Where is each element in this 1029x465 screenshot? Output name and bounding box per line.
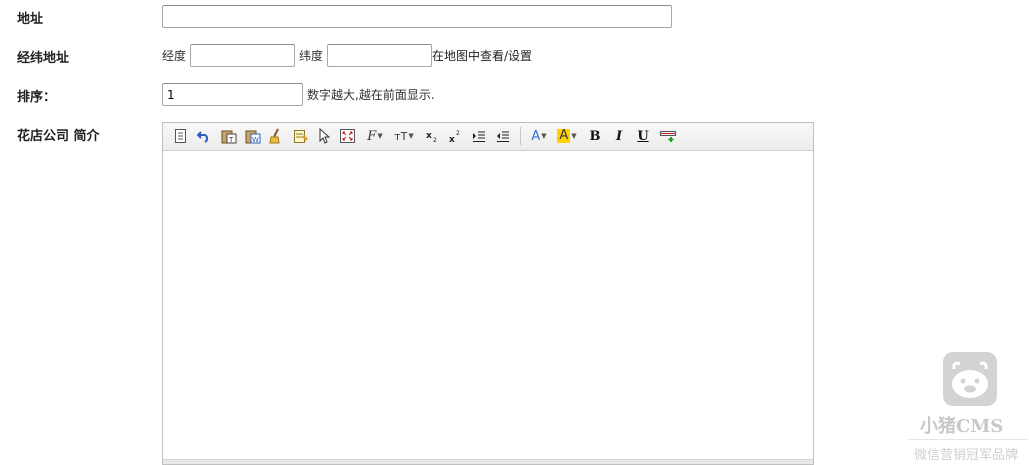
latitude-label: 纬度 <box>299 49 324 63</box>
editor-content-area[interactable] <box>163 151 813 460</box>
editor-toolbar: T W F ▼ тT ▼ x2 x 2 A ▼ A ▼ B I U <box>163 123 813 151</box>
watermark-slogan: 微信营销冠军品牌 <box>914 448 1019 463</box>
clear-format-icon[interactable] <box>268 127 284 145</box>
svg-text:2: 2 <box>433 137 437 143</box>
indent-icon[interactable] <box>471 127 487 145</box>
undo-icon[interactable] <box>196 127 212 145</box>
svg-text:2: 2 <box>456 130 460 137</box>
background-color-label: A <box>557 128 571 143</box>
latitude-input[interactable] <box>327 44 432 67</box>
svg-text:x: x <box>449 135 455 143</box>
paste-word-icon[interactable]: W <box>244 127 261 145</box>
piglet-logo-icon <box>943 352 997 406</box>
source-code-icon[interactable] <box>173 127 189 145</box>
font-size-label: тT <box>394 129 408 143</box>
superscript-icon[interactable]: x2 <box>447 127 463 145</box>
italic-button[interactable]: I <box>611 127 627 145</box>
toolbar-divider <box>520 127 521 145</box>
sort-input[interactable] <box>162 83 303 106</box>
editor-resize-handle[interactable] <box>163 459 813 464</box>
paste-text-icon[interactable]: T <box>220 127 237 145</box>
outdent-icon[interactable] <box>495 127 511 145</box>
chevron-down-icon: ▼ <box>571 132 577 140</box>
chevron-down-icon: ▼ <box>377 132 383 140</box>
view-map-link[interactable]: 在地图中查看/设置 <box>432 47 532 64</box>
svg-text:x: x <box>426 131 432 141</box>
font-size-dropdown[interactable]: тT ▼ <box>392 127 416 145</box>
watermark-divider <box>908 439 1028 440</box>
background-color-dropdown[interactable]: A ▼ <box>555 127 579 145</box>
intro-label: 花店公司 简介 <box>17 129 100 144</box>
font-color-dropdown[interactable]: A ▼ <box>528 127 550 145</box>
insert-hr-icon[interactable] <box>659 127 677 145</box>
coords-label: 经纬地址 <box>17 51 70 66</box>
rich-text-editor: T W F ▼ тT ▼ x2 x 2 A ▼ A ▼ B I U <box>162 122 814 465</box>
font-family-label: F <box>367 128 377 144</box>
svg-text:T: T <box>228 136 234 144</box>
select-all-icon[interactable] <box>317 127 331 145</box>
font-color-label: A <box>531 128 541 144</box>
subscript-icon[interactable]: x2 <box>424 127 440 145</box>
longitude-input[interactable] <box>190 44 295 67</box>
svg-text:W: W <box>252 136 259 144</box>
bold-button[interactable]: B <box>587 127 603 145</box>
watermark-brand: 小猪CMS <box>920 416 1004 437</box>
longitude-label: 经度 <box>162 49 187 63</box>
address-input[interactable] <box>162 5 672 28</box>
chevron-down-icon: ▼ <box>408 132 414 140</box>
sort-label: 排序： <box>17 90 57 105</box>
chevron-down-icon: ▼ <box>541 132 547 140</box>
font-family-dropdown[interactable]: F ▼ <box>364 127 386 145</box>
underline-button[interactable]: U <box>635 127 651 145</box>
sort-hint: 数字越大,越在前面显示. <box>307 88 435 102</box>
fullscreen-icon[interactable] <box>339 127 356 145</box>
quick-format-icon[interactable] <box>292 127 309 145</box>
address-label: 地址 <box>17 12 44 27</box>
